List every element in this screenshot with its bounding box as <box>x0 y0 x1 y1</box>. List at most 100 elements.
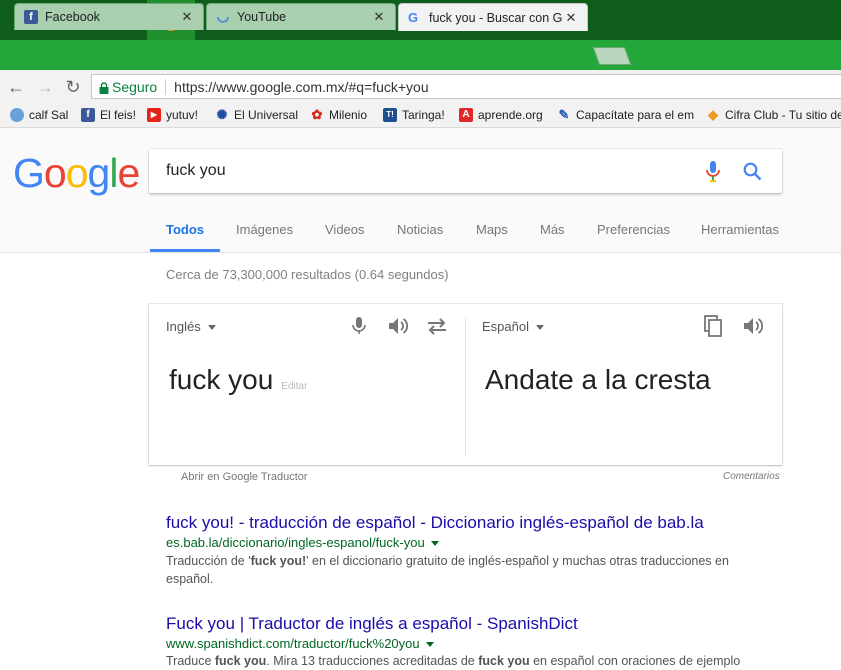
tab-google-search[interactable]: G fuck you - Buscar con Go ✕ <box>398 3 588 31</box>
snippet-highlight: fuck you <box>214 654 267 668</box>
tab-noticias[interactable]: Noticias <box>397 222 443 237</box>
tab-facebook[interactable]: f Facebook ✕ <box>14 3 204 30</box>
bookmark-capacitate[interactable]: ✎ Capacítate para el em <box>557 107 695 123</box>
bookmark-aprende[interactable]: Aaprende.org <box>459 107 543 123</box>
forward-arrow-icon[interactable]: → <box>33 76 57 98</box>
translate-divider <box>465 318 466 456</box>
source-text[interactable]: fuck you Editar <box>169 364 307 396</box>
result-url-text: es.bab.la/diccionario/ingles-espanol/fuc… <box>166 535 425 550</box>
target-language-label: Español <box>482 319 529 334</box>
tab-mas[interactable]: Más <box>540 222 565 237</box>
tab-title: Facebook <box>45 10 100 24</box>
search-icon[interactable] <box>743 162 762 186</box>
bookmark-cifra-club[interactable]: ◆ Cifra Club - Tu sitio de <box>706 107 841 123</box>
loading-spinner-icon <box>216 10 230 24</box>
result-url-text: www.spanishdict.com/traductor/fuck%20you <box>166 636 420 651</box>
bookmark-yutuv[interactable]: ▶ yutuv! <box>147 107 198 123</box>
back-arrow-icon[interactable]: ← <box>4 76 28 98</box>
tab-youtube[interactable]: YouTube ✕ <box>206 3 396 30</box>
facebook-icon: f <box>24 10 38 24</box>
snippet-text: Traduce <box>166 654 215 668</box>
new-tab-button[interactable] <box>592 47 632 65</box>
reload-icon[interactable]: ↻ <box>61 76 85 98</box>
dropdown-caret-icon[interactable] <box>425 642 434 648</box>
active-tab-indicator <box>150 249 220 252</box>
tab-maps[interactable]: Maps <box>476 222 508 237</box>
result-title[interactable]: Fuck you | Traductor de inglés a español… <box>166 614 578 634</box>
tab-herramientas[interactable]: Herramientas <box>701 222 779 237</box>
speaker-icon[interactable] <box>741 314 765 338</box>
bookmark-label: Milenio <box>329 108 368 122</box>
close-tab-icon[interactable]: ✕ <box>371 9 387 25</box>
source-language-select[interactable]: Inglés <box>166 319 216 334</box>
dropdown-caret-icon[interactable] <box>430 541 439 547</box>
copy-icon[interactable] <box>701 314 725 338</box>
tab-videos[interactable]: Videos <box>325 222 365 237</box>
edit-link[interactable]: Editar <box>281 381 307 392</box>
browser-tab-strip <box>0 40 841 70</box>
globe-icon <box>10 108 24 122</box>
open-in-translate-link[interactable]: Abrir en Google Traductor <box>181 471 308 483</box>
bookmark-label: Capacítate para el em <box>576 108 695 122</box>
close-tab-icon[interactable]: ✕ <box>563 10 579 26</box>
translated-text: Andate a la cresta <box>485 364 711 395</box>
snippet-highlight: fuck you <box>478 654 530 668</box>
dropdown-caret-icon <box>535 325 544 331</box>
search-input[interactable]: fuck you <box>166 162 226 180</box>
bookmark-calf-sal[interactable]: calf Sal <box>10 107 68 123</box>
result-url: www.spanishdict.com/traductor/fuck%20you <box>166 636 434 651</box>
youtube-icon: ▶ <box>147 108 161 122</box>
bookmark-el-feis[interactable]: f El feis! <box>81 107 136 123</box>
translate-card: Inglés Español fuck you Editar Andate a l… <box>149 304 782 465</box>
el-universal-icon: ✺ <box>216 107 228 122</box>
google-logo[interactable]: Google <box>13 150 140 197</box>
bookmark-label: yutuv! <box>166 108 199 122</box>
close-tab-icon[interactable]: ✕ <box>179 9 195 25</box>
bookmark-label: aprende.org <box>478 108 543 122</box>
browser-toolbar: ← → ↻ Seguro https://www.google.com.mx/#… <box>0 70 841 103</box>
tab-preferencias[interactable]: Preferencias <box>597 222 670 237</box>
result-stats: Cerca de 73,300,000 resultados (0.64 seg… <box>166 267 449 282</box>
tab-title: YouTube <box>237 10 287 24</box>
search-box[interactable]: fuck you <box>149 149 782 193</box>
bookmark-label: El feis! <box>100 108 137 122</box>
result-title[interactable]: fuck you! - traducción de español - Dicc… <box>166 513 704 533</box>
facebook-icon: f <box>81 108 95 122</box>
taringa-icon: T! <box>383 108 397 122</box>
dropdown-caret-icon <box>207 325 216 331</box>
result-url: es.bab.la/diccionario/ingles-espanol/fuc… <box>166 535 439 550</box>
secure-label: Seguro <box>112 78 158 95</box>
edit-pencil-icon: ✎ <box>558 107 570 122</box>
bookmark-label: El Universal <box>234 108 299 122</box>
bookmark-label: Taringa! <box>402 108 445 122</box>
url-text: https://www.google.com.mx/#q=fuck+you <box>174 78 429 95</box>
speaker-icon[interactable] <box>386 314 410 338</box>
bookmark-milenio[interactable]: ✿ Milenio <box>310 107 367 123</box>
result-snippet: Traduce fuck you. Mira 13 traducciones a… <box>166 652 806 670</box>
source-language-label: Inglés <box>166 319 201 334</box>
huawei-icon: ✿ <box>311 107 323 122</box>
bookmark-taringa[interactable]: T! Taringa! <box>383 107 445 123</box>
bookmark-label: Cifra Club - Tu sitio de <box>725 108 841 122</box>
address-bar[interactable]: Seguro https://www.google.com.mx/#q=fuck… <box>91 74 841 99</box>
lock-icon <box>99 81 109 97</box>
divider <box>165 78 167 95</box>
snippet-text: Traducción de ' <box>166 554 251 568</box>
google-g-icon: G <box>408 9 419 25</box>
swap-languages-icon[interactable] <box>425 314 449 338</box>
target-language-select[interactable]: Español <box>482 319 544 334</box>
tab-title: fuck you - Buscar con Go <box>429 10 563 25</box>
tab-imagenes[interactable]: Imágenes <box>236 222 293 237</box>
bookmark-label: calf Sal <box>29 108 69 122</box>
tab-todos[interactable]: Todos <box>166 222 204 237</box>
snippet-text: en español con oraciones de ejemplo <box>529 654 741 668</box>
microphone-icon[interactable] <box>347 314 371 338</box>
source-text-value: fuck you <box>169 364 274 395</box>
bookmark-el-universal[interactable]: ✺ El Universal <box>215 107 298 123</box>
feedback-link[interactable]: Comentarios <box>723 471 780 482</box>
snippet-highlight: fuck you! <box>250 554 307 568</box>
aprende-icon: A <box>459 108 473 122</box>
microphone-icon[interactable] <box>706 161 720 188</box>
snippet-text: . Mira 13 traducciones acreditadas de <box>266 654 479 668</box>
bookmarks-bar: calf Sal f El feis! ▶ yutuv! ✺ El Universal… <box>0 103 841 128</box>
